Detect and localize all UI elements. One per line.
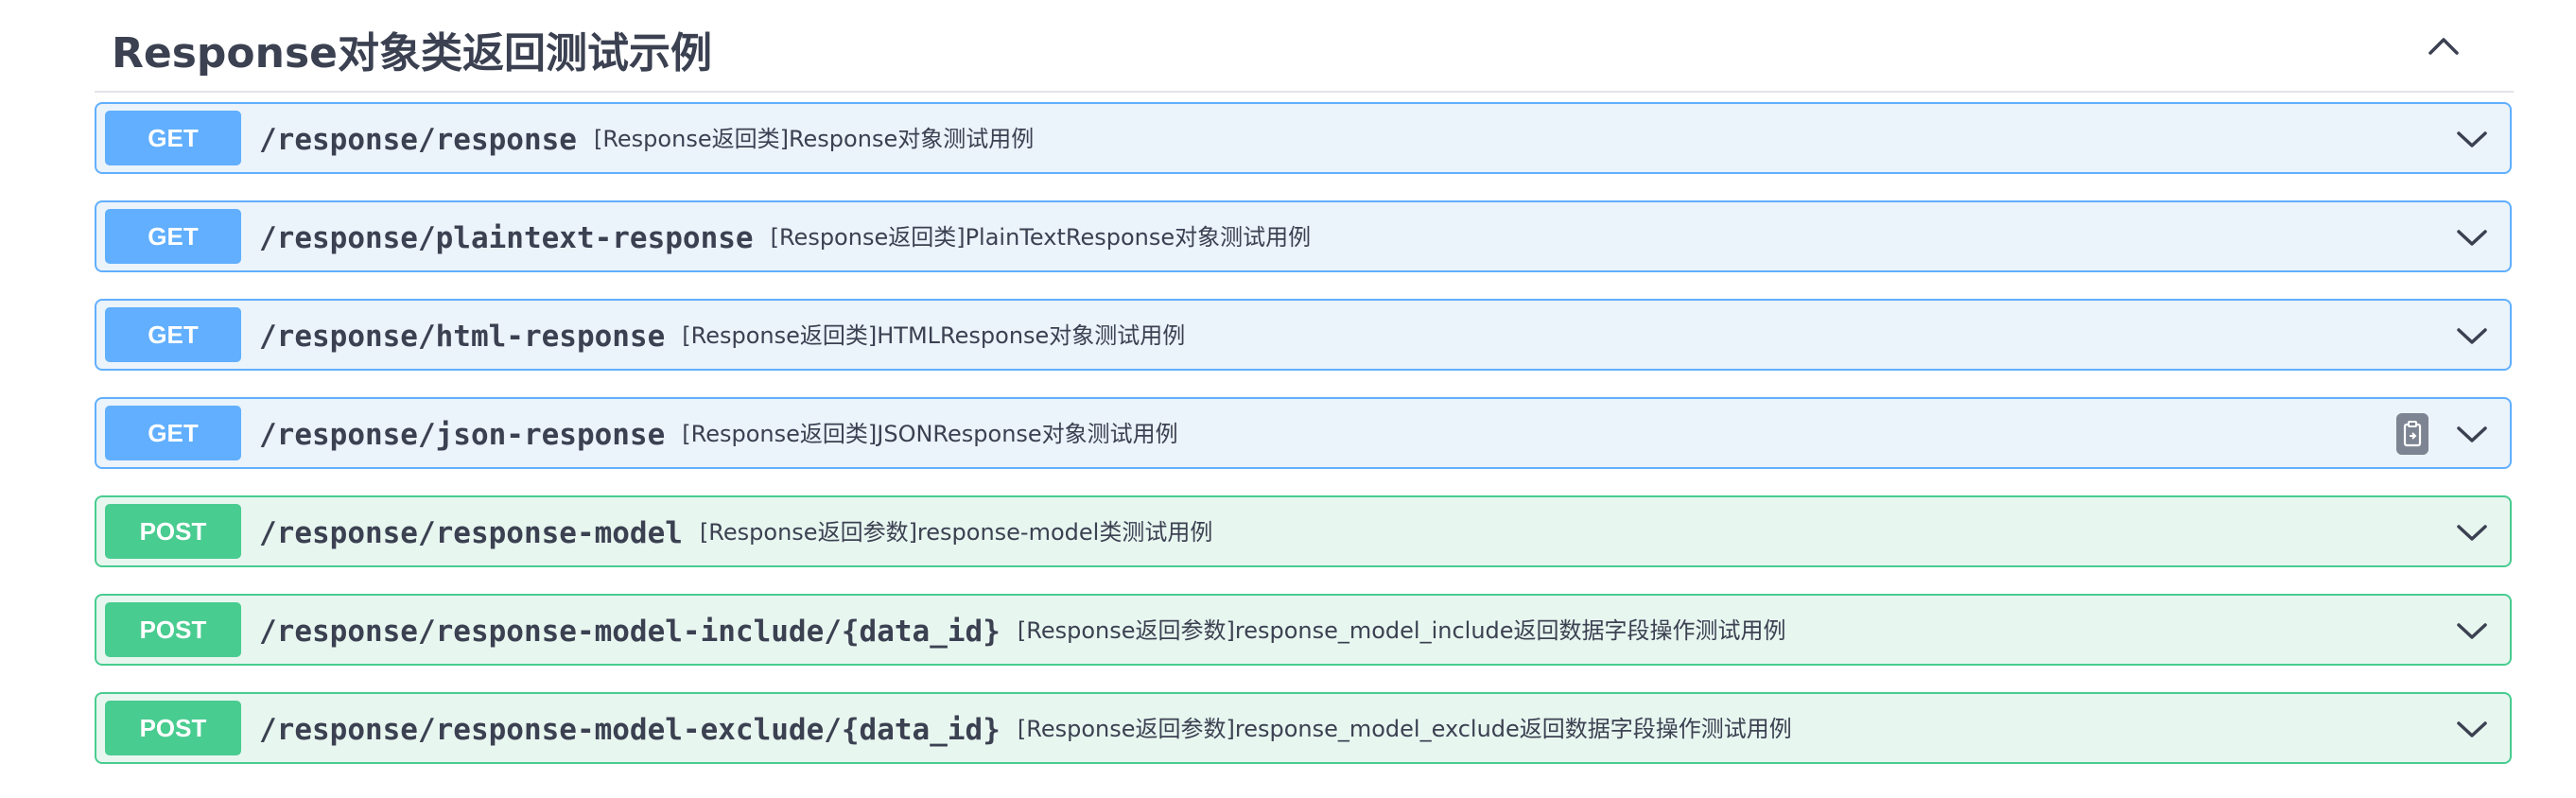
method-badge: GET [105, 307, 241, 362]
operation-summary: [Response返回类]Response对象测试用例 [593, 126, 1035, 152]
path-text: /response/plaintext-response [259, 221, 754, 255]
path-text: /response/response-model [259, 516, 683, 550]
chevron-down-icon[interactable] [2455, 125, 2489, 153]
chevron-down-icon[interactable] [2455, 616, 2489, 645]
operation-get-json-response[interactable]: GET /response/json-response [Response返回类]… [95, 397, 2512, 469]
path-text: /response/json-response [259, 418, 666, 452]
chevron-down-icon[interactable] [2455, 715, 2489, 743]
operation-post-response-model-exclude[interactable]: POST /response/response-model-exclude/{d… [95, 692, 2512, 764]
path-text: /response/response-model-exclude/{data_i… [259, 713, 1001, 747]
section-header[interactable]: Response对象类返回测试示例 [95, 0, 2514, 93]
operation-summary: [Response返回参数]response_model_exclude返回数据… [1017, 716, 1792, 742]
operation-path: /response/json-response [Response返回类]JSON… [259, 417, 1178, 452]
method-badge: POST [105, 504, 241, 559]
method-badge: GET [105, 111, 241, 165]
chevron-down-icon[interactable] [2455, 518, 2489, 546]
operation-summary: [Response返回类]PlainTextResponse对象测试用例 [770, 224, 1312, 251]
operation-get-response[interactable]: GET /response/response [Response返回类]Respo… [95, 102, 2512, 174]
operation-post-response-model[interactable]: POST /response/response-model [Response返回… [95, 495, 2512, 567]
operation-summary: [Response返回参数]response_model_include返回数据… [1017, 617, 1786, 644]
operation-path: /response/response-model-exclude/{data_i… [259, 712, 1792, 747]
operation-get-html-response[interactable]: GET /response/html-response [Response返回类]… [95, 299, 2512, 371]
operations-section: Response对象类返回测试示例 GET /response/response… [95, 0, 2514, 764]
section-title: Response对象类返回测试示例 [112, 29, 712, 78]
operation-get-plaintext-response[interactable]: GET /response/plaintext-response [Respons… [95, 200, 2512, 272]
operation-summary: [Response返回类]JSONResponse对象测试用例 [682, 421, 1178, 447]
operation-summary: [Response返回类]HTMLResponse对象测试用例 [682, 322, 1186, 349]
operation-path: /response/html-response [Response返回类]HTML… [259, 319, 1185, 354]
chevron-up-icon[interactable] [2423, 25, 2464, 66]
chevron-down-icon[interactable] [2455, 223, 2489, 252]
operation-post-response-model-include[interactable]: POST /response/response-model-include/{d… [95, 594, 2512, 666]
path-text: /response/html-response [259, 320, 666, 354]
path-text: /response/response-model-include/{data_i… [259, 615, 1001, 649]
path-text: /response/response [259, 123, 577, 157]
copy-to-clipboard-icon[interactable] [2396, 413, 2428, 455]
operation-path: /response/response [Response返回类]Response对… [259, 122, 1034, 157]
chevron-down-icon[interactable] [2455, 420, 2489, 448]
chevron-down-icon[interactable] [2455, 321, 2489, 350]
operation-summary: [Response返回参数]response-model类测试用例 [699, 519, 1213, 546]
operation-path: /response/response-model-include/{data_i… [259, 614, 1786, 649]
operation-path: /response/plaintext-response [Response返回类… [259, 220, 1311, 255]
method-badge: GET [105, 406, 241, 460]
method-badge: POST [105, 602, 241, 657]
operation-path: /response/response-model [Response返回参数]re… [259, 515, 1212, 550]
method-badge: GET [105, 209, 241, 264]
method-badge: POST [105, 701, 241, 755]
